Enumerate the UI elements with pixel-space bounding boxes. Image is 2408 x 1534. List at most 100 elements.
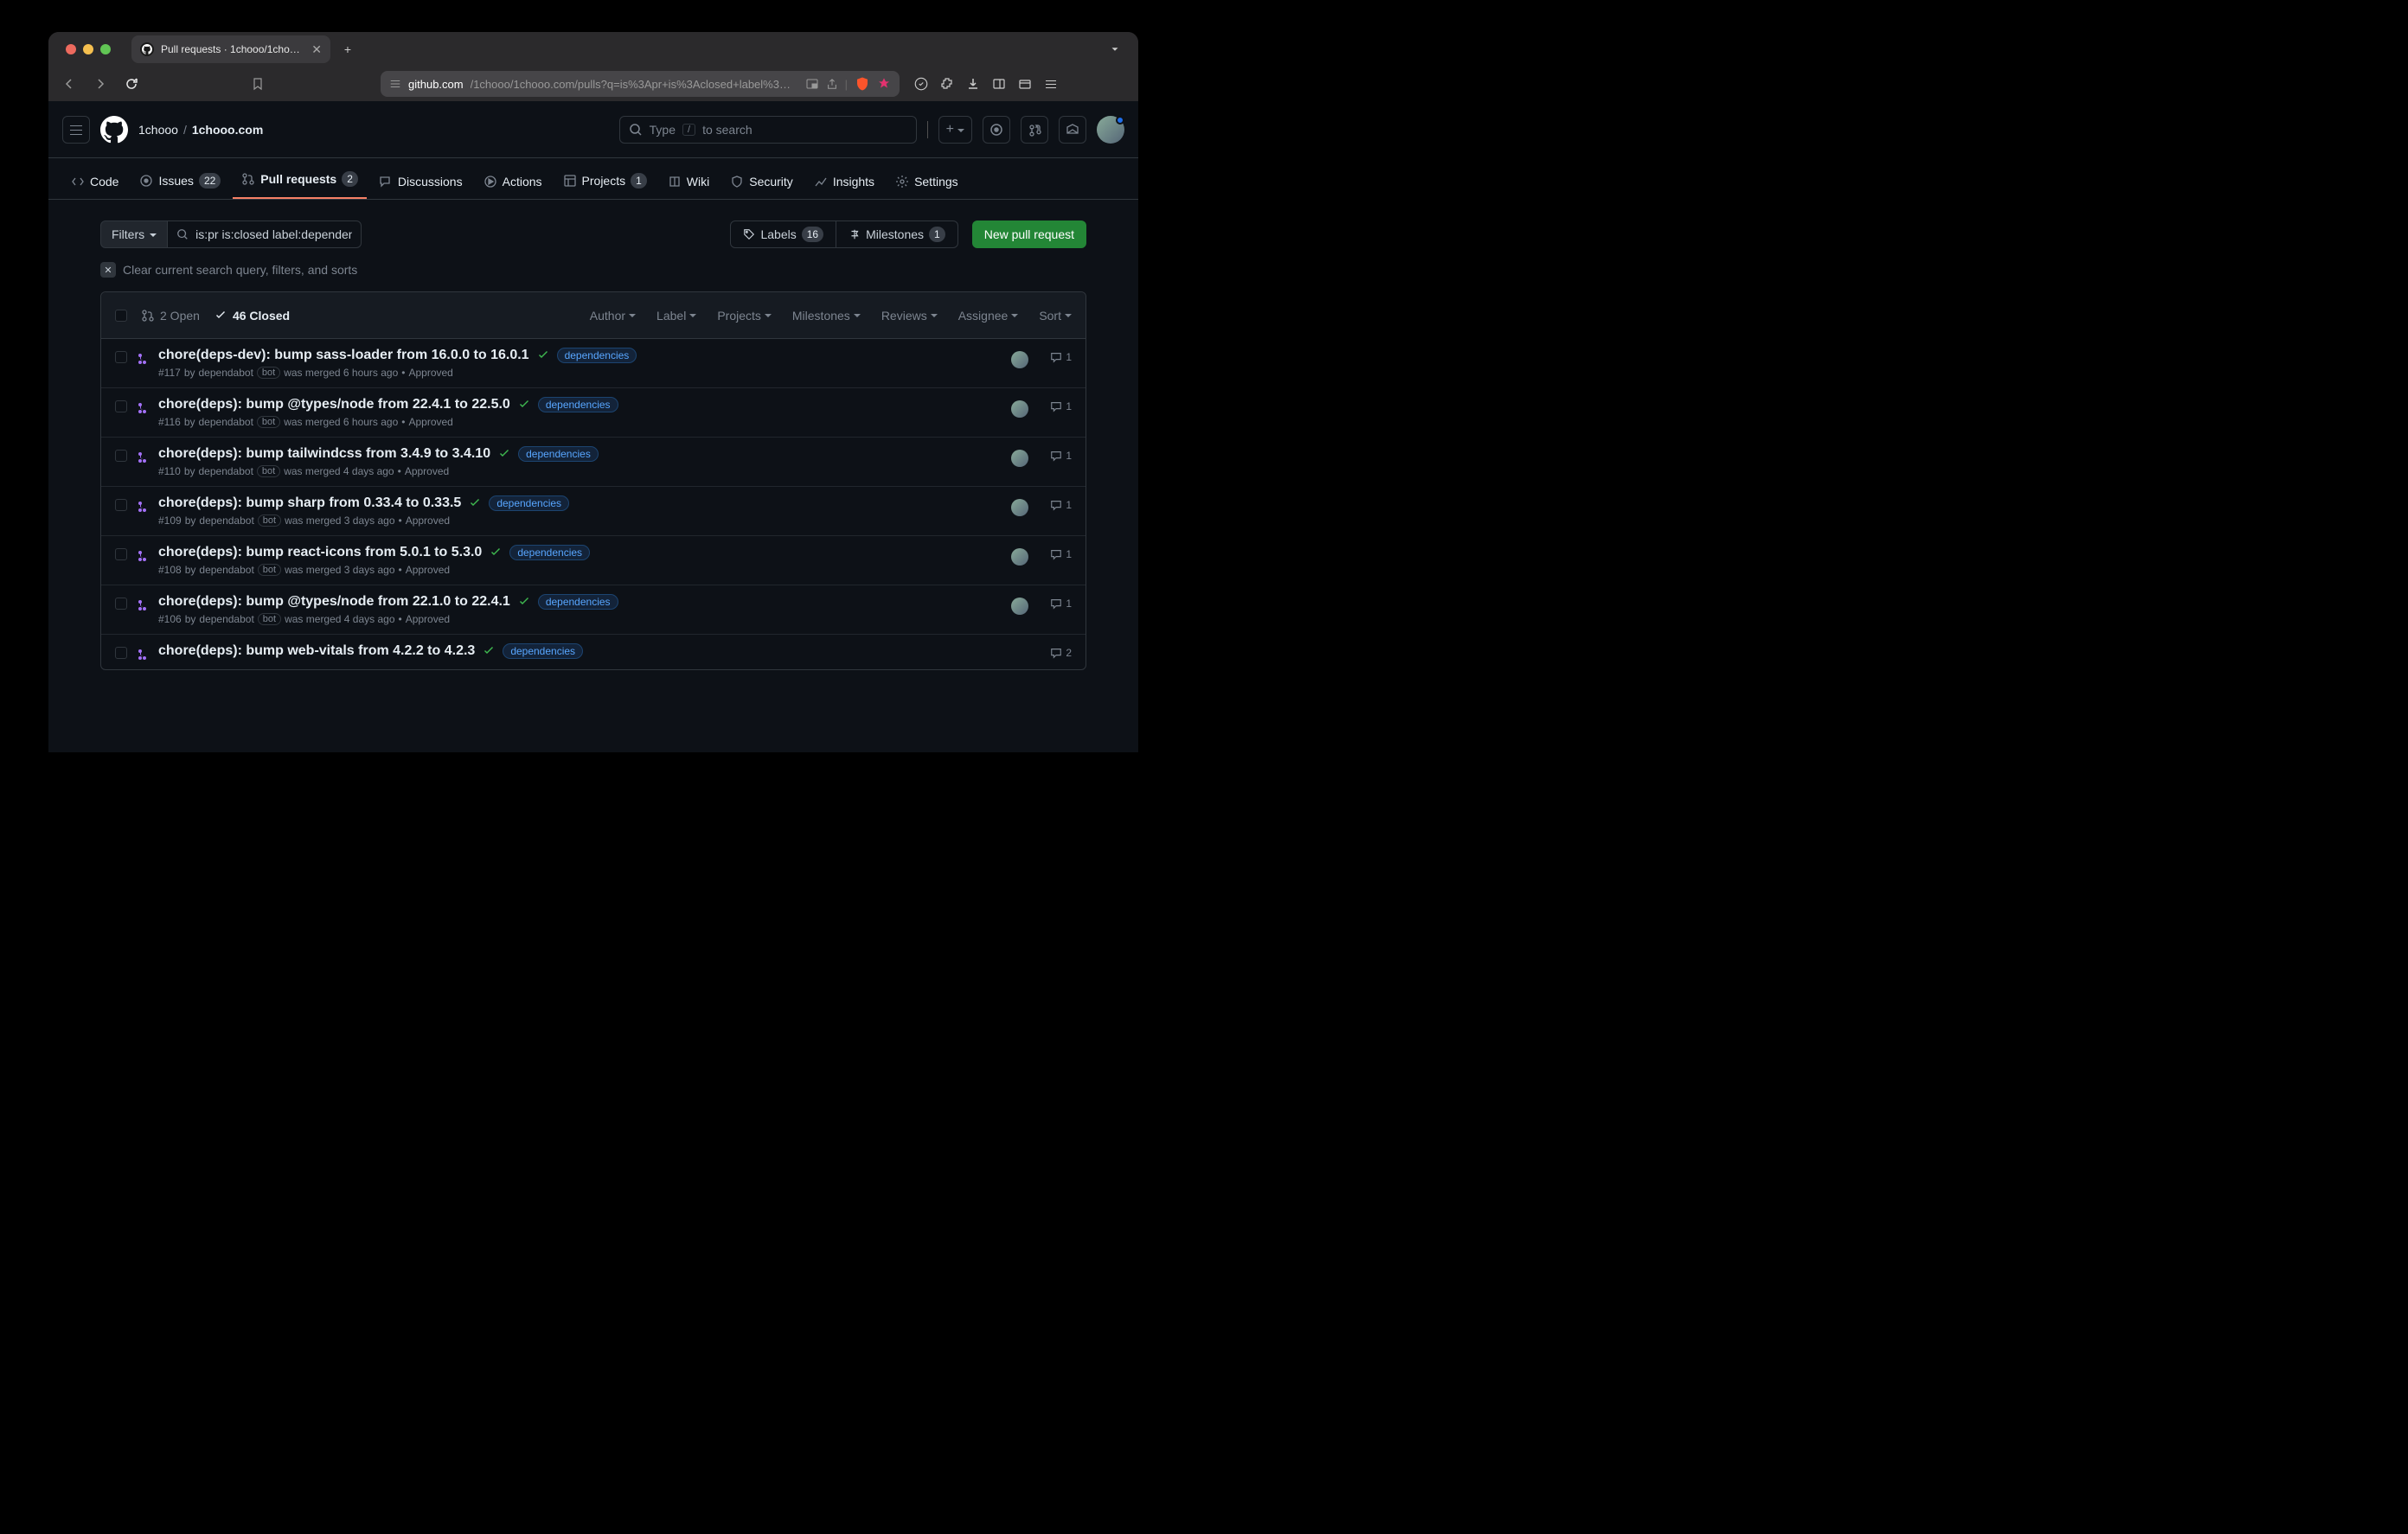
checks-passed-icon[interactable] xyxy=(489,546,503,559)
pr-assignees[interactable] xyxy=(1008,598,1028,615)
milestones-button[interactable]: Milestones1 xyxy=(836,221,958,248)
close-tab-icon[interactable]: ✕ xyxy=(311,42,322,57)
pr-comments[interactable]: 2 xyxy=(1037,647,1072,659)
nav-pull-requests[interactable]: Pull requests2 xyxy=(233,171,367,199)
pr-title[interactable]: chore(deps): bump @types/node from 22.4.… xyxy=(158,397,510,412)
new-pull-request-button[interactable]: New pull request xyxy=(972,221,1086,248)
open-tab[interactable]: 2 Open xyxy=(141,309,200,323)
pr-label[interactable]: dependencies xyxy=(503,643,583,659)
extensions-icon[interactable] xyxy=(939,76,955,92)
pr-assignees[interactable] xyxy=(1008,351,1028,368)
assignee-avatar[interactable] xyxy=(1011,400,1028,418)
assignee-avatar[interactable] xyxy=(1011,598,1028,615)
row-checkbox[interactable] xyxy=(115,548,127,560)
checks-passed-icon[interactable] xyxy=(482,644,496,658)
share-icon[interactable] xyxy=(826,78,838,90)
pr-approved[interactable]: Approved xyxy=(406,564,450,576)
pr-author[interactable]: dependabot xyxy=(199,515,253,527)
app-menu-icon[interactable] xyxy=(1043,76,1059,92)
checks-passed-icon[interactable] xyxy=(497,447,511,461)
pr-author[interactable]: dependabot xyxy=(199,416,253,428)
pr-search-input[interactable] xyxy=(195,227,352,241)
pr-label[interactable]: dependencies xyxy=(557,348,637,363)
pr-approved[interactable]: Approved xyxy=(405,465,449,477)
row-checkbox[interactable] xyxy=(115,499,127,511)
github-logo-icon[interactable] xyxy=(100,116,128,144)
filter-author[interactable]: Author xyxy=(590,309,636,323)
filter-label[interactable]: Label xyxy=(656,309,696,323)
create-new-button[interactable]: + xyxy=(938,116,972,144)
pr-label[interactable]: dependencies xyxy=(509,545,590,560)
pr-label[interactable]: dependencies xyxy=(538,594,618,610)
nav-menu-button[interactable] xyxy=(62,116,90,144)
pr-label[interactable]: dependencies xyxy=(489,495,569,511)
filter-projects[interactable]: Projects xyxy=(717,309,772,323)
filter-milestones[interactable]: Milestones xyxy=(792,309,861,323)
pr-title[interactable]: chore(deps): bump @types/node from 22.1.… xyxy=(158,594,510,610)
maximize-window-icon[interactable] xyxy=(100,44,111,54)
nav-projects[interactable]: Projects1 xyxy=(554,173,656,199)
browser-tab[interactable]: Pull requests · 1chooo/1choo… ✕ xyxy=(131,35,330,63)
pr-comments[interactable]: 1 xyxy=(1037,450,1072,462)
sidepanel-icon[interactable] xyxy=(991,76,1007,92)
tabs-overflow-icon[interactable] xyxy=(1098,43,1131,55)
new-tab-button[interactable]: + xyxy=(336,37,360,61)
pr-comments[interactable]: 1 xyxy=(1037,499,1072,511)
brave-shield-icon[interactable] xyxy=(855,76,870,92)
pr-author[interactable]: dependabot xyxy=(199,564,253,576)
reload-button[interactable] xyxy=(119,72,144,96)
user-avatar[interactable] xyxy=(1097,116,1124,144)
forward-button[interactable] xyxy=(88,72,112,96)
issues-button[interactable] xyxy=(983,116,1010,144)
pr-assignees[interactable] xyxy=(1008,548,1028,566)
assignee-avatar[interactable] xyxy=(1011,450,1028,467)
brave-rewards-icon[interactable] xyxy=(877,77,891,91)
downloads-icon[interactable] xyxy=(965,76,981,92)
nav-actions[interactable]: Actions xyxy=(475,175,551,199)
close-window-icon[interactable] xyxy=(66,44,76,54)
checks-passed-icon[interactable] xyxy=(468,496,482,510)
site-settings-icon[interactable] xyxy=(389,78,401,90)
pr-title[interactable]: chore(deps-dev): bump sass-loader from 1… xyxy=(158,348,529,363)
checks-passed-icon[interactable] xyxy=(536,348,550,362)
pr-assignees[interactable] xyxy=(1008,499,1028,516)
notifications-button[interactable] xyxy=(1059,116,1086,144)
wallet-icon[interactable] xyxy=(1017,76,1033,92)
minimize-window-icon[interactable] xyxy=(83,44,93,54)
assignee-avatar[interactable] xyxy=(1011,499,1028,516)
checks-passed-icon[interactable] xyxy=(517,595,531,609)
pr-title[interactable]: chore(deps): bump react-icons from 5.0.1… xyxy=(158,545,482,560)
pr-label[interactable]: dependencies xyxy=(538,397,618,412)
pr-author[interactable]: dependabot xyxy=(199,367,253,379)
pr-label[interactable]: dependencies xyxy=(518,446,599,462)
search-input[interactable]: Type / to search xyxy=(619,116,917,144)
select-all-checkbox[interactable] xyxy=(115,310,127,322)
pr-comments[interactable]: 1 xyxy=(1037,351,1072,363)
nav-discussions[interactable]: Discussions xyxy=(370,175,471,199)
nav-code[interactable]: Code xyxy=(62,175,127,199)
checks-passed-icon[interactable] xyxy=(517,398,531,412)
breadcrumb-repo[interactable]: 1chooo.com xyxy=(192,123,263,137)
nav-insights[interactable]: Insights xyxy=(805,175,883,199)
address-bar[interactable]: github.com/1chooo/1chooo.com/pulls?q=is%… xyxy=(381,71,900,97)
pr-assignees[interactable] xyxy=(1008,450,1028,467)
row-checkbox[interactable] xyxy=(115,647,127,659)
labels-button[interactable]: Labels16 xyxy=(730,221,836,248)
pr-author[interactable]: dependabot xyxy=(199,465,253,477)
row-checkbox[interactable] xyxy=(115,598,127,610)
picture-in-picture-icon[interactable] xyxy=(805,77,819,91)
brave-news-icon[interactable] xyxy=(913,76,929,92)
row-checkbox[interactable] xyxy=(115,400,127,412)
pr-search-box[interactable] xyxy=(168,221,362,248)
row-checkbox[interactable] xyxy=(115,351,127,363)
pr-comments[interactable]: 1 xyxy=(1037,598,1072,610)
assignee-avatar[interactable] xyxy=(1011,548,1028,566)
assignee-avatar[interactable] xyxy=(1011,351,1028,368)
pr-approved[interactable]: Approved xyxy=(408,367,452,379)
pr-comments[interactable]: 1 xyxy=(1037,548,1072,560)
nav-security[interactable]: Security xyxy=(721,175,802,199)
bookmark-button[interactable] xyxy=(246,72,270,96)
pr-title[interactable]: chore(deps): bump sharp from 0.33.4 to 0… xyxy=(158,495,461,511)
nav-issues[interactable]: Issues22 xyxy=(131,173,229,199)
filters-button[interactable]: Filters xyxy=(100,221,168,248)
